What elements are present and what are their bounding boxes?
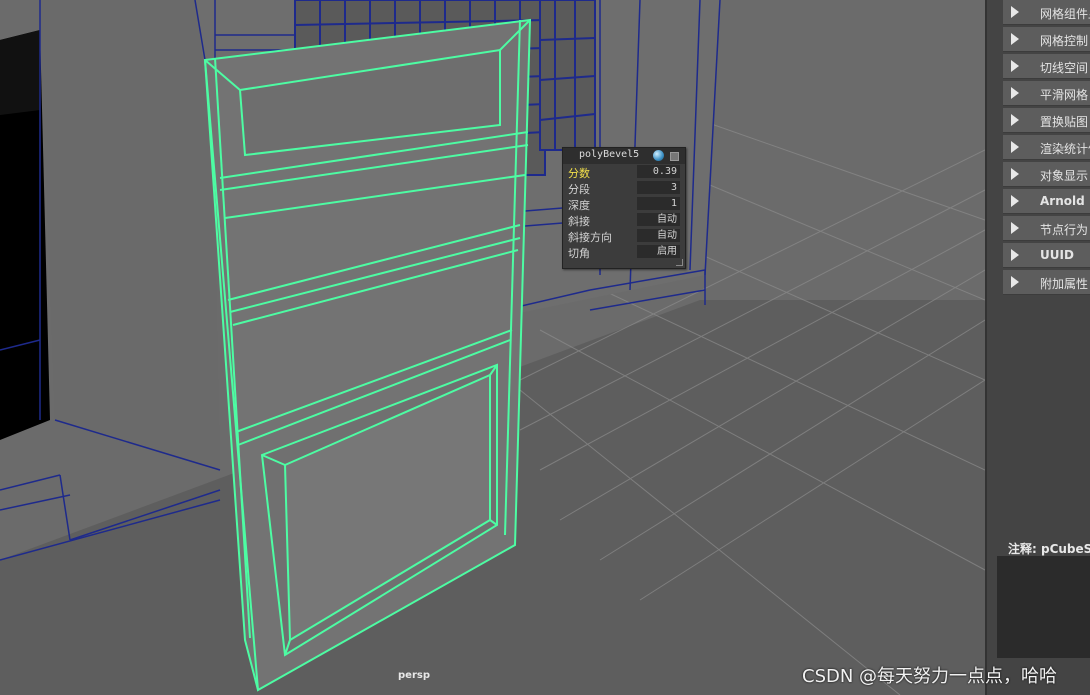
sphere-icon[interactable] (653, 150, 664, 161)
section-label: 平滑网格 (1040, 88, 1089, 102)
section-label: 渲染统计信 (1040, 142, 1090, 156)
section-label: 置换贴图 (1040, 115, 1089, 129)
expand-arrow-icon[interactable] (1011, 168, 1019, 180)
bevel-row-value[interactable]: 0.39 (637, 165, 680, 178)
bevel-row-depth[interactable]: 深度 1 (563, 196, 685, 212)
expand-arrow-icon[interactable] (1011, 33, 1019, 45)
section-arnold[interactable]: Arnold (1003, 189, 1090, 214)
expand-arrow-icon[interactable] (1011, 222, 1019, 234)
expand-arrow-icon[interactable] (1011, 87, 1019, 99)
bevel-row-value[interactable]: 3 (637, 181, 680, 194)
expand-arrow-icon[interactable] (1011, 60, 1019, 72)
expand-arrow-icon[interactable] (1011, 249, 1019, 261)
bevel-row-label: 斜接 (568, 215, 590, 228)
bevel-row-miter-along[interactable]: 斜接方向 自动 (563, 228, 685, 244)
bevel-row-label: 深度 (568, 199, 590, 212)
bevel-row-value[interactable]: 自动 (637, 229, 680, 242)
section-label: 切线空间 (1040, 61, 1089, 75)
bevel-row-segments[interactable]: 分段 3 (563, 180, 685, 196)
section-label: 网格控制 (1040, 34, 1089, 48)
bevel-row-mitering[interactable]: 斜接 自动 (563, 212, 685, 228)
camera-label: persp (398, 670, 430, 681)
notes-textarea[interactable] (997, 556, 1090, 658)
section-label: Arnold (1040, 194, 1085, 208)
section-displacement-map[interactable]: 置换贴图 (1003, 108, 1090, 133)
expand-arrow-icon[interactable] (1011, 6, 1019, 18)
watermark-text: CSDN @每天努力一点点，哈哈 (802, 666, 1058, 687)
close-icon[interactable] (670, 152, 679, 161)
bevel-row-label: 斜接方向 (568, 231, 612, 244)
section-render-stats[interactable]: 渲染统计信 (1003, 135, 1090, 160)
poly-bevel-inline-box[interactable]: polyBevel5 分数 0.39 分段 3 深度 1 斜接 自动 斜接方向 … (562, 147, 686, 269)
bevel-row-chamfer[interactable]: 切角 启用 (563, 244, 685, 260)
scene-wireframe (0, 0, 985, 695)
notes-label: 注释: pCubeSh (1008, 542, 1090, 556)
section-node-behavior[interactable]: 节点行为 (1003, 216, 1090, 241)
bevel-row-label: 分段 (568, 183, 590, 196)
section-mesh-component-display[interactable]: 网格组件显 (1003, 0, 1090, 25)
perspective-viewport[interactable]: persp (0, 0, 985, 695)
section-label: 网格组件显 (1040, 7, 1090, 21)
bevel-node-title: polyBevel5 (579, 149, 640, 160)
bevel-row-value[interactable]: 启用 (637, 245, 680, 258)
section-mesh-controls[interactable]: 网格控制 (1003, 27, 1090, 52)
resize-grip-icon[interactable] (676, 259, 683, 266)
bevel-row-value[interactable]: 自动 (637, 213, 680, 226)
section-label: 对象显示 (1040, 169, 1089, 183)
section-label: 节点行为 (1040, 223, 1089, 237)
expand-arrow-icon[interactable] (1011, 114, 1019, 126)
expand-arrow-icon[interactable] (1011, 276, 1019, 288)
expand-arrow-icon[interactable] (1011, 141, 1019, 153)
bevel-box-header[interactable]: polyBevel5 (563, 148, 685, 164)
bevel-row-value[interactable]: 1 (637, 197, 680, 210)
attribute-editor-panel: 网格组件显 网格控制 切线空间 平滑网格 置换贴图 渲染统计信 对象显示 Arn… (985, 0, 1090, 695)
section-object-display[interactable]: 对象显示 (1003, 162, 1090, 187)
bevel-row-fraction[interactable]: 分数 0.39 (563, 164, 685, 180)
section-label: UUID (1040, 248, 1074, 262)
section-uuid[interactable]: UUID (1003, 243, 1090, 268)
bevel-row-label: 分数 (568, 167, 590, 180)
section-label: 附加属性 (1040, 277, 1089, 291)
expand-arrow-icon[interactable] (1011, 195, 1019, 207)
section-extra-attributes[interactable]: 附加属性 (1003, 270, 1090, 295)
bevel-row-label: 切角 (568, 247, 590, 260)
section-tangent-space[interactable]: 切线空间 (1003, 54, 1090, 79)
attribute-section-list: 网格组件显 网格控制 切线空间 平滑网格 置换贴图 渲染统计信 对象显示 Arn… (1003, 0, 1090, 297)
section-smooth-mesh[interactable]: 平滑网格 (1003, 81, 1090, 106)
